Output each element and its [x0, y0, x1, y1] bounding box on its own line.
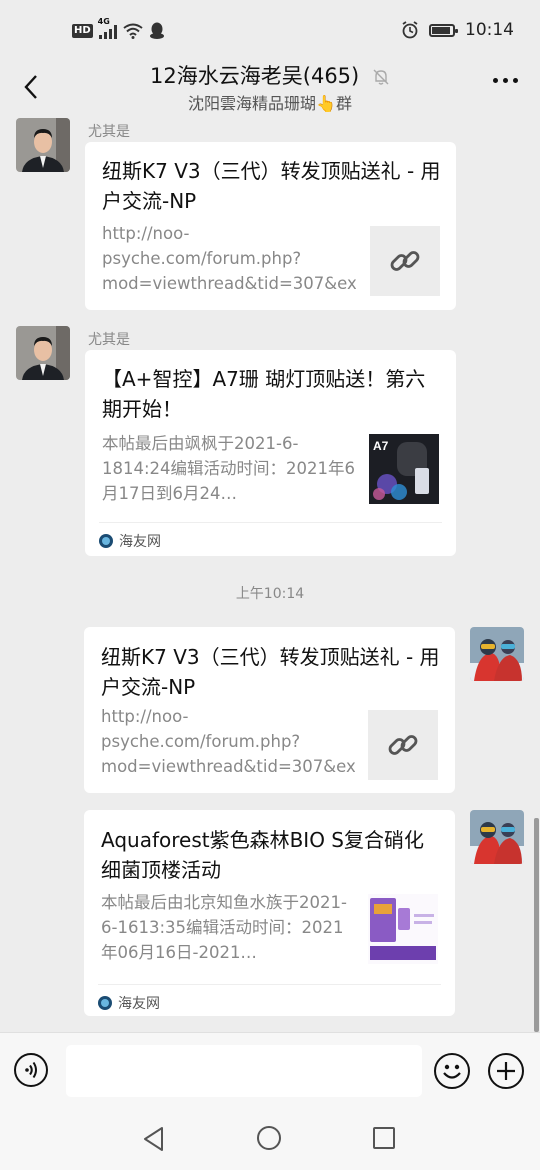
chat-title-row: 12海水云海老吴(465) — [0, 60, 540, 90]
card-source: 海友网 — [98, 984, 441, 1013]
card-thumbnail — [368, 894, 438, 964]
source-icon — [99, 534, 113, 548]
network-type-label: 4G — [97, 17, 110, 26]
card-description: http://noo-psyche.com/forum.php?mod=view… — [101, 707, 355, 776]
more-options-icon[interactable] — [493, 78, 518, 83]
avatar[interactable] — [470, 627, 524, 681]
link-card[interactable]: 纽斯K7 V3（三代）转发顶贴送礼 - 用户交流-NP http://noo-p… — [85, 142, 456, 310]
link-icon — [390, 251, 420, 271]
clock: 10:14 — [465, 20, 514, 40]
battery-icon — [429, 23, 458, 37]
nav-back-icon[interactable] — [142, 1126, 166, 1152]
link-card[interactable]: 纽斯K7 V3（三代）转发顶贴送礼 - 用户交流-NP http://noo-p… — [84, 627, 455, 793]
source-name: 海友网 — [118, 996, 160, 1012]
plus-icon[interactable] — [488, 1053, 524, 1089]
card-description: http://noo-psyche.com/forum.php?mod=view… — [102, 224, 356, 293]
sender-name: 尤其是 — [88, 124, 130, 140]
chat-subtitle: 沈阳雲海精品珊瑚👆群 — [188, 94, 352, 113]
card-source: 海友网 — [99, 522, 442, 551]
card-thumbnail: A7 — [369, 434, 439, 504]
card-title: Aquaforest紫色森林BIO S复合硝化细菌顶楼活动 — [101, 828, 424, 882]
voice-input-icon[interactable] — [14, 1053, 48, 1087]
source-icon — [98, 996, 112, 1010]
sender-name: 尤其是 — [88, 332, 130, 348]
card-thumbnail — [370, 226, 440, 296]
chat-title: 12海水云海老吴(465) — [150, 64, 360, 88]
card-description: 本帖最后由飒枫于2021-6-1814:24编辑活动时间：2021年6月17日到… — [102, 434, 356, 503]
card-title: 纽斯K7 V3（三代）转发顶贴送礼 - 用户交流-NP — [101, 645, 440, 699]
source-name: 海友网 — [119, 534, 161, 550]
scrollbar[interactable] — [534, 818, 539, 1032]
avatar[interactable] — [16, 326, 70, 380]
card-thumbnail — [368, 710, 438, 780]
system-nav-bar — [0, 1110, 540, 1170]
chat-header: 12海水云海老吴(465) 沈阳雲海精品珊瑚👆群 — [0, 56, 540, 116]
qq-icon — [149, 22, 164, 39]
article-card[interactable]: 【A+智控】A7珊 瑚灯顶贴送！第六期开始！ 本帖最后由飒枫于2021-6-18… — [85, 350, 456, 556]
input-bar — [0, 1032, 540, 1111]
message-input[interactable] — [66, 1045, 422, 1097]
wifi-icon — [123, 23, 143, 39]
emoji-icon[interactable] — [434, 1053, 470, 1089]
card-description: 本帖最后由北京知鱼水族于2021-6-1613:35编辑活动时间：2021年06… — [101, 893, 347, 962]
timestamp: 上午10:14 — [235, 586, 305, 602]
hd-badge: HD — [72, 24, 93, 38]
alarm-icon — [402, 21, 418, 39]
avatar[interactable] — [16, 118, 70, 172]
nav-recents-icon[interactable] — [373, 1127, 395, 1149]
mute-bell-icon — [373, 69, 389, 85]
nav-home-icon[interactable] — [257, 1126, 281, 1150]
card-title: 纽斯K7 V3（三代）转发顶贴送礼 - 用户交流-NP — [102, 159, 441, 213]
cellular-signal-icon: 4G — [98, 17, 117, 39]
article-card[interactable]: Aquaforest紫色森林BIO S复合硝化细菌顶楼活动 本帖最后由北京知鱼水… — [84, 810, 455, 1016]
link-icon — [388, 735, 418, 755]
status-left: HD 4G — [72, 17, 165, 40]
thumbnail-label: A7 — [373, 439, 389, 453]
avatar[interactable] — [470, 810, 524, 864]
card-title: 【A+智控】A7珊 瑚灯顶贴送！第六期开始！ — [102, 367, 426, 421]
status-right: 10:14 — [401, 20, 514, 40]
